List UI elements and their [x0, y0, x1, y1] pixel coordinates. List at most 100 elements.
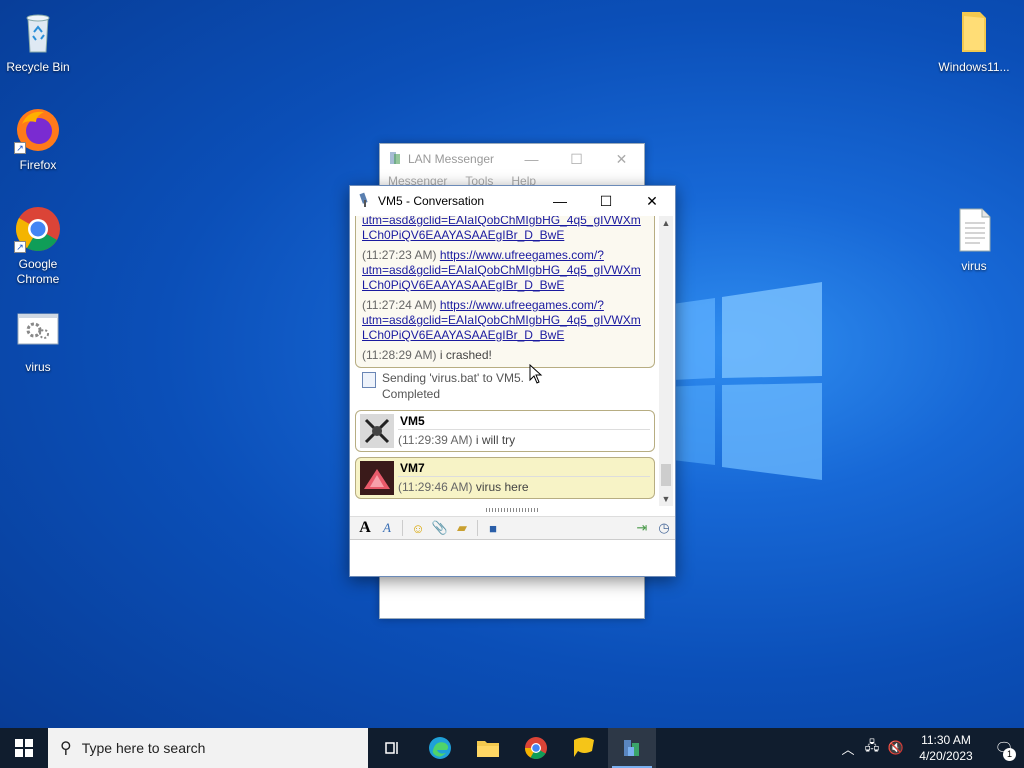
chat-scrollbar[interactable]: ▲ ▼: [659, 216, 673, 506]
message-link[interactable]: utm=asd&gclid=EAIaIQobChMIgbHG_4q5_gIVWX…: [362, 313, 641, 327]
message-bubble-vm5: utm=asd&gclid=EAIaIQobChMIgbHG_4q5_gIVWX…: [355, 216, 655, 368]
chat-history[interactable]: utm=asd&gclid=EAIaIQobChMIgbHG_4q5_gIVWX…: [354, 216, 660, 500]
message-text: virus here: [475, 480, 529, 494]
chat-message: (11:29:46 AM) virus here: [398, 477, 654, 494]
lan-messenger-title: LAN Messenger: [408, 152, 495, 166]
scroll-up-arrow-icon[interactable]: ▲: [659, 216, 673, 230]
settings-file-icon: [14, 308, 62, 356]
message-text: i crashed!: [439, 348, 492, 362]
shortcut-arrow-icon: ↗: [14, 241, 26, 253]
lan-messenger-icon: [624, 740, 639, 756]
send-folder-icon[interactable]: ▰: [451, 518, 473, 538]
toolbar-separator: [402, 520, 403, 536]
chrome-icon: [525, 737, 547, 759]
send-file-icon[interactable]: ⇥: [631, 518, 653, 538]
minimize-button[interactable]: —: [537, 186, 583, 216]
chevron-up-icon[interactable]: ︿: [836, 739, 860, 758]
mouse-cursor-icon: [529, 364, 543, 384]
close-button[interactable]: ✕: [599, 151, 644, 168]
lan-messenger-titlebar[interactable]: LAN Messenger — ☐ ✕: [380, 144, 644, 174]
minimize-button[interactable]: —: [509, 151, 554, 167]
file-icon: [362, 372, 376, 388]
conversation-titlebar[interactable]: VM5 - Conversation — ☐ ✕: [350, 186, 675, 216]
taskbar-lan-messenger[interactable]: [608, 728, 656, 768]
task-view-icon: [385, 742, 398, 754]
message-text: i will try: [475, 433, 516, 447]
start-button[interactable]: [0, 728, 48, 768]
messenger-icon: [574, 737, 594, 757]
message-link[interactable]: LCh0PiQV6EAAYASAAEgIBr_D_BwE: [362, 228, 564, 242]
text-file-icon: [950, 207, 998, 255]
file-transfer-line: Sending 'virus.bat' to VM5.: [382, 371, 524, 385]
chrome-icon: ↗: [14, 205, 62, 253]
desktop-icon-virus-text[interactable]: virus: [936, 207, 1012, 274]
edge-icon: [429, 737, 451, 759]
sender-name: VM5: [398, 414, 650, 430]
message-link[interactable]: https://www.ufreegames.com/?: [440, 248, 604, 262]
file-transfer-status-text: Completed: [382, 387, 441, 401]
chat-message: (11:27:23 AM) https://www.ufreegames.com…: [356, 243, 654, 293]
message-input[interactable]: [350, 541, 675, 576]
conversation-toolbar: A A ☺ 📎 ▰ ■ ⇥ ◷: [350, 516, 675, 540]
notification-center-button[interactable]: 🗨 1: [984, 739, 1024, 761]
search-icon: ⚲: [60, 740, 72, 757]
desktop-icon-virus-bat[interactable]: virus: [0, 308, 76, 375]
message-timestamp: (11:28:29 AM): [362, 348, 437, 362]
conversation-window[interactable]: VM5 - Conversation — ☐ ✕ utm=asd&gclid=E…: [349, 185, 676, 577]
message-link[interactable]: LCh0PiQV6EAAYASAAEgIBr_D_BwE: [362, 328, 564, 342]
folder-icon: [950, 8, 998, 56]
font-icon[interactable]: A: [354, 518, 376, 538]
splitter-grip[interactable]: [486, 508, 540, 512]
close-button[interactable]: ✕: [629, 186, 675, 216]
chat-message: (11:29:39 AM) i will try: [398, 430, 654, 447]
firefox-icon: ↗: [14, 106, 62, 154]
clock-time: 11:30 AM: [921, 733, 971, 747]
message-timestamp: (11:27:23 AM): [362, 248, 437, 262]
shortcut-arrow-icon: ↗: [14, 142, 26, 154]
message-card-vm7: VM7 (11:29:46 AM) virus here: [355, 457, 655, 499]
sender-name: VM7: [398, 461, 650, 477]
system-tray: ︿ 🖧 🔇 11:30 AM 4/20/2023 🗨 1: [836, 728, 1024, 768]
notification-count-badge: 1: [1003, 748, 1016, 761]
font-color-icon[interactable]: A: [376, 518, 398, 538]
recycle-bin-icon: [14, 8, 62, 56]
message-timestamp: (11:27:24 AM): [362, 298, 437, 312]
message-timestamp: (11:29:46 AM): [398, 480, 473, 494]
smiley-icon[interactable]: ☺: [407, 518, 429, 538]
network-icon[interactable]: 🖧: [860, 737, 884, 759]
volume-muted-icon[interactable]: 🔇: [884, 740, 908, 756]
file-explorer-icon: [477, 741, 499, 757]
maximize-button[interactable]: ☐: [583, 186, 629, 216]
message-link[interactable]: utm=asd&gclid=EAIaIQobChMIgbHG_4q5_gIVWX…: [362, 216, 641, 227]
message-link[interactable]: https://www.ufreegames.com/?: [440, 298, 604, 312]
avatar-vm7: [360, 461, 394, 495]
message-link[interactable]: utm=asd&gclid=EAIaIQobChMIgbHG_4q5_gIVWX…: [362, 263, 641, 277]
taskbar-chrome[interactable]: [512, 728, 560, 768]
avatar-vm5: [360, 414, 394, 448]
taskbar-messenger[interactable]: [560, 728, 608, 768]
task-view-button[interactable]: [368, 728, 416, 768]
desktop-icon-firefox[interactable]: ↗ Firefox: [0, 106, 76, 173]
history-icon[interactable]: ◷: [653, 518, 675, 538]
paperclip-icon[interactable]: 📎: [429, 518, 451, 538]
message-link[interactable]: LCh0PiQV6EAAYASAAEgIBr_D_BwE: [362, 278, 564, 292]
toolbar-separator: [477, 520, 478, 536]
clock-date: 4/20/2023: [919, 749, 973, 763]
desktop-icon-google-chrome[interactable]: ↗ Google Chrome: [0, 205, 76, 287]
desktop-icon-windows11-folder[interactable]: Windows11...: [936, 8, 1012, 75]
chat-message: utm=asd&gclid=EAIaIQobChMIgbHG_4q5_gIVWX…: [356, 216, 654, 243]
scrollbar-thumb[interactable]: [661, 464, 671, 486]
scroll-down-arrow-icon[interactable]: ▼: [659, 492, 673, 506]
taskbar-file-explorer[interactable]: [464, 728, 512, 768]
chat-message: (11:27:24 AM) https://www.ufreegames.com…: [356, 293, 654, 343]
lan-messenger-app-icon: [388, 150, 402, 169]
taskbar-edge[interactable]: [416, 728, 464, 768]
save-icon[interactable]: ■: [482, 518, 504, 538]
desktop-icon-recycle-bin[interactable]: Recycle Bin: [0, 8, 76, 75]
taskbar-clock[interactable]: 11:30 AM 4/20/2023: [908, 732, 984, 764]
chat-message: (11:28:29 AM) i crashed!: [356, 343, 654, 363]
windows-start-icon: [15, 739, 33, 757]
message-timestamp: (11:29:39 AM): [398, 433, 473, 447]
maximize-button[interactable]: ☐: [554, 151, 599, 168]
taskbar-search-box[interactable]: ⚲ Type here to search: [48, 728, 368, 768]
